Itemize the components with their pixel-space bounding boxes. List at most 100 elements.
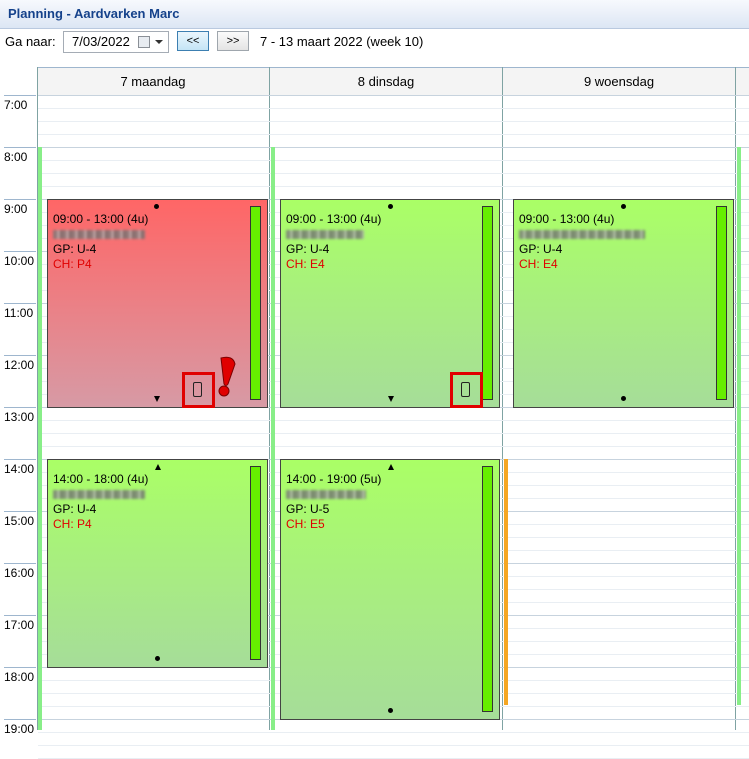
calendar-grid: 7 maandag 8 dinsdag 9 woensdag 7:00 8:00 9…: [0, 67, 749, 759]
hour-label: 16:00: [4, 566, 35, 580]
hour-tick: [4, 667, 36, 668]
appointment-time: 14:00 - 18:00 (4u): [53, 472, 149, 486]
availability-strip-wednesday: [504, 459, 508, 705]
drag-handle-bottom[interactable]: [388, 396, 394, 402]
drag-handle-top[interactable]: [621, 204, 626, 209]
hour-tick: [4, 615, 36, 616]
calendar-icon[interactable]: [138, 36, 150, 48]
hour-tick: [4, 511, 36, 512]
appointment-ch: CH: E4: [286, 257, 325, 271]
progress-bar: [482, 206, 493, 400]
hour-label: 14:00: [4, 462, 35, 476]
appointment-text: 14:00 - 19:00 (5u) GP: U-5 CH: E5: [286, 472, 381, 532]
day-header-next[interactable]: [736, 67, 749, 96]
appointment-ch: CH: P4: [53, 517, 92, 531]
week-range: 7 - 13 maart 2022 (week 10): [260, 34, 424, 49]
hour-label: 11:00: [4, 306, 34, 320]
hour-label: 10:00: [4, 254, 35, 268]
appointment-person-blurred: [519, 227, 645, 242]
hour-tick: [4, 199, 36, 200]
exclamation-icon: [218, 356, 236, 397]
quarter-gridline: [38, 446, 749, 447]
appointment-text: 09:00 - 13:00 (4u) GP: U-4 CH: E4: [286, 212, 381, 272]
appointment-time: 14:00 - 19:00 (5u): [286, 472, 382, 486]
hour-label: 18:00: [4, 670, 35, 684]
drag-handle-top[interactable]: [388, 204, 393, 209]
drag-handle-top[interactable]: [155, 464, 161, 470]
column-divider: [269, 67, 270, 730]
day-header-monday[interactable]: 7 maandag: [37, 67, 269, 96]
drag-handle-bottom[interactable]: [154, 396, 160, 402]
appointment-text: 09:00 - 13:00 (4u) GP: U-4 CH: E4: [519, 212, 645, 272]
drag-handle-bottom[interactable]: [155, 656, 160, 661]
quarter-gridline: [38, 173, 749, 174]
date-picker[interactable]: 7/03/2022: [63, 31, 169, 53]
appointment-time: 09:00 - 13:00 (4u): [53, 212, 149, 226]
hour-label: 7:00: [4, 98, 28, 112]
drag-handle-bottom[interactable]: [388, 708, 393, 713]
appointment-text: 09:00 - 13:00 (4u) GP: U-4 CH: P4: [53, 212, 148, 272]
hour-tick: [4, 95, 36, 96]
quarter-gridline: [38, 108, 749, 109]
appointment-gp: GP: U-5: [286, 502, 330, 516]
quarter-gridline: [38, 134, 749, 135]
appointment-person-blurred: [286, 227, 381, 242]
appointment-wednesday-morning[interactable]: 09:00 - 13:00 (4u) GP: U-4 CH: E4: [513, 199, 734, 408]
quarter-gridline: [38, 420, 749, 421]
hour-label: 19:00: [4, 722, 35, 736]
progress-bar: [250, 466, 261, 660]
availability-strip-thursday: [737, 147, 741, 705]
appointment-time: 09:00 - 13:00 (4u): [519, 212, 615, 226]
appointment-gp: GP: U-4: [286, 242, 330, 256]
progress-bar: [250, 206, 261, 400]
toolbar: Ga naar: 7/03/2022 << >> 7 - 13 maart 20…: [0, 29, 749, 57]
availability-strip-monday: [38, 147, 42, 730]
appointment-text: 14:00 - 18:00 (4u) GP: U-4 CH: P4: [53, 472, 148, 532]
progress-bar: [716, 206, 727, 400]
appointment-gp: GP: U-4: [53, 242, 97, 256]
hour-label: 15:00: [4, 514, 35, 528]
hour-label: 8:00: [4, 150, 28, 164]
phone-icon[interactable]: [193, 382, 202, 397]
appointment-person-blurred: [53, 487, 148, 502]
quarter-gridline: [38, 186, 749, 187]
appointment-person-blurred: [286, 487, 381, 502]
phone-highlight-box[interactable]: [182, 372, 215, 408]
appointment-gp: GP: U-4: [519, 242, 563, 256]
availability-strip-tuesday: [271, 147, 275, 730]
date-value[interactable]: 7/03/2022: [72, 34, 130, 49]
quarter-gridline: [38, 732, 749, 733]
quarter-gridline: [38, 745, 749, 746]
hour-tick: [4, 719, 36, 720]
appointment-ch: CH: P4: [53, 257, 92, 271]
hour-label: 13:00: [4, 410, 35, 424]
hour-tick: [4, 407, 36, 408]
prev-week-button[interactable]: <<: [177, 31, 209, 51]
hour-tick: [4, 459, 36, 460]
hour-tick: [4, 251, 36, 252]
phone-highlight-box[interactable]: [450, 372, 483, 408]
day-header-wednesday[interactable]: 9 woensdag: [503, 67, 735, 96]
appointment-monday-afternoon[interactable]: 14:00 - 18:00 (4u) GP: U-4 CH: P4: [47, 459, 268, 668]
progress-bar: [482, 466, 493, 712]
drag-handle-bottom[interactable]: [621, 396, 626, 401]
hour-tick: [4, 355, 36, 356]
hour-gridline: [38, 95, 749, 96]
window-titlebar: Planning - Aardvarken Marc: [0, 0, 749, 29]
hour-gridline: [38, 147, 749, 148]
drag-handle-top[interactable]: [154, 204, 159, 209]
drag-handle-top[interactable]: [388, 464, 394, 470]
quarter-gridline: [38, 121, 749, 122]
appointment-time: 09:00 - 13:00 (4u): [286, 212, 382, 226]
day-header-tuesday[interactable]: 8 dinsdag: [270, 67, 502, 96]
next-week-button[interactable]: >>: [217, 31, 249, 51]
appointment-tuesday-afternoon[interactable]: 14:00 - 19:00 (5u) GP: U-5 CH: E5: [280, 459, 500, 720]
column-divider: [502, 67, 503, 730]
dropdown-icon[interactable]: [155, 40, 163, 44]
phone-icon[interactable]: [461, 382, 470, 397]
appointment-gp: GP: U-4: [53, 502, 97, 516]
goto-label: Ga naar:: [5, 34, 56, 49]
quarter-gridline: [38, 433, 749, 434]
hour-label: 9:00: [4, 202, 28, 216]
quarter-gridline: [38, 160, 749, 161]
